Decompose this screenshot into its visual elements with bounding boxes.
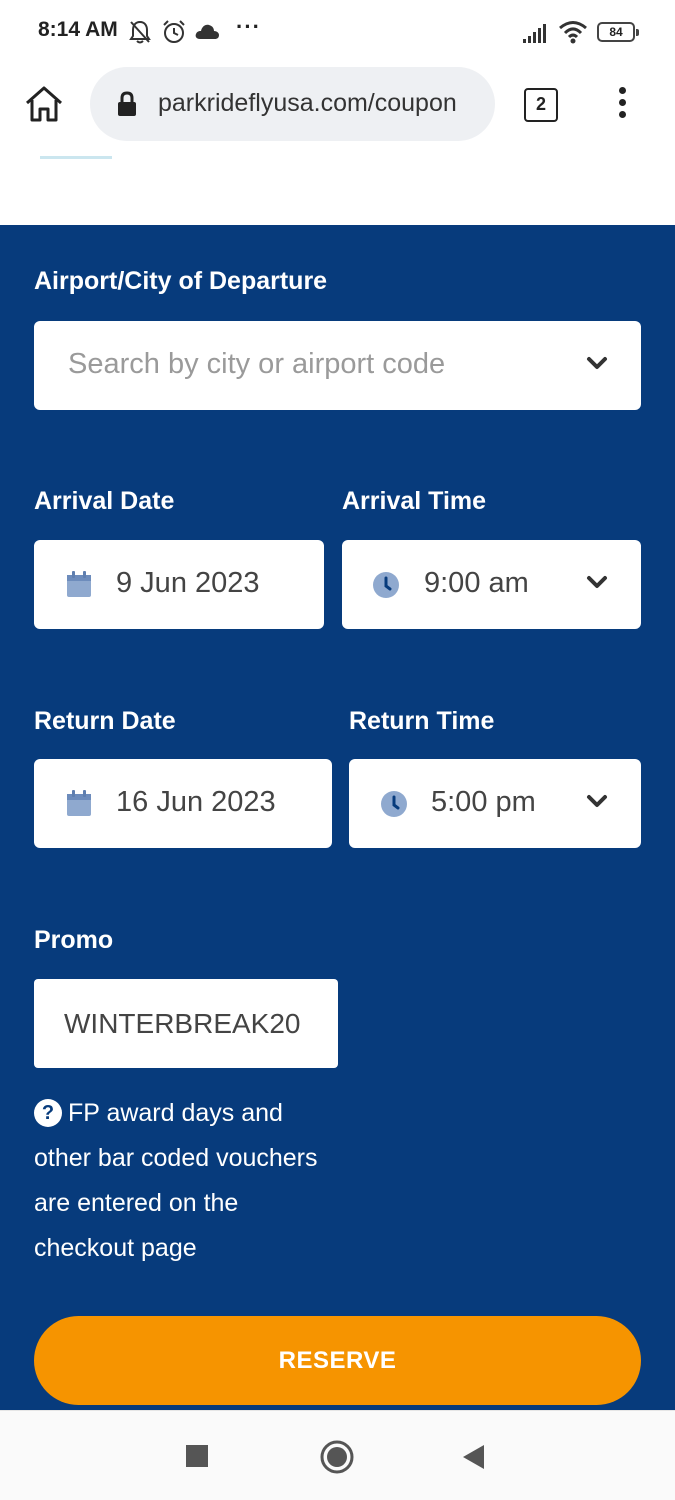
arrival-time-label: Arrival Time [342, 487, 487, 515]
promo-input[interactable]: WINTERBREAK20 [34, 979, 338, 1068]
return-time-value: 5:00 pm [431, 786, 536, 818]
reservation-form: Airport/City of Departure Search by city… [0, 225, 675, 1410]
cloud-icon [195, 24, 219, 39]
departure-placeholder: Search by city or airport code [68, 348, 446, 380]
tab-switcher-button[interactable]: 2 [524, 88, 558, 122]
calendar-icon [67, 571, 91, 597]
promo-value: WINTERBREAK20 [64, 1008, 301, 1039]
home-icon[interactable] [22, 82, 66, 126]
battery-indicator: 84 [597, 22, 639, 42]
clock-icon [381, 791, 407, 817]
reserve-button[interactable]: RESERVE [34, 1316, 641, 1405]
home-circle-icon[interactable] [320, 1440, 354, 1474]
departure-label: Airport/City of Departure [34, 267, 328, 295]
help-icon[interactable]: ? [34, 1099, 62, 1127]
arrival-time-select[interactable]: 9:00 am [342, 540, 641, 629]
notifications-off-icon [129, 20, 151, 44]
promo-help: ? FP award days and other bar coded vouch… [34, 1091, 344, 1271]
arrival-date-value: 9 Jun 2023 [116, 567, 260, 599]
return-time-label: Return Time [349, 707, 495, 735]
arrival-date-input[interactable]: 9 Jun 2023 [34, 540, 324, 629]
return-date-label: Return Date [34, 707, 176, 735]
status-time: 8:14 AM [38, 18, 118, 41]
alarm-icon [163, 20, 185, 43]
return-date-value: 16 Jun 2023 [116, 786, 276, 818]
arrival-time-value: 9:00 am [424, 567, 529, 599]
return-date-input[interactable]: 16 Jun 2023 [34, 759, 332, 848]
chevron-down-icon [587, 576, 607, 588]
return-time-select[interactable]: 5:00 pm [349, 759, 641, 848]
wifi-icon [559, 21, 587, 44]
departure-select[interactable]: Search by city or airport code [34, 321, 641, 410]
back-triangle-icon[interactable] [462, 1444, 486, 1470]
tab-underline [40, 156, 112, 159]
promo-help-text: FP award days and other bar coded vouche… [34, 1099, 318, 1262]
chevron-down-icon [587, 795, 607, 807]
browser-toolbar: parkrideflyusa.com/coupon 2 [0, 64, 675, 150]
clock-icon [373, 572, 399, 598]
system-navigation-bar [0, 1410, 675, 1500]
page-header-area [0, 150, 675, 225]
signal-icon [523, 24, 546, 43]
status-bar: 8:14 AM ··· 84 [0, 0, 675, 64]
arrival-date-label: Arrival Date [34, 487, 175, 515]
overflow-menu-icon[interactable] [610, 84, 634, 124]
promo-label: Promo [34, 926, 114, 954]
calendar-icon [67, 790, 91, 816]
screen: 8:14 AM ··· 84 parkrideflyusa.com/coupon… [0, 0, 675, 1500]
recents-square-icon[interactable] [186, 1445, 208, 1467]
lock-icon [118, 91, 136, 116]
url-text: parkrideflyusa.com/coupon [158, 89, 457, 117]
status-more: ··· [236, 14, 261, 39]
address-bar[interactable]: parkrideflyusa.com/coupon [90, 67, 495, 141]
chevron-down-icon [587, 357, 607, 369]
